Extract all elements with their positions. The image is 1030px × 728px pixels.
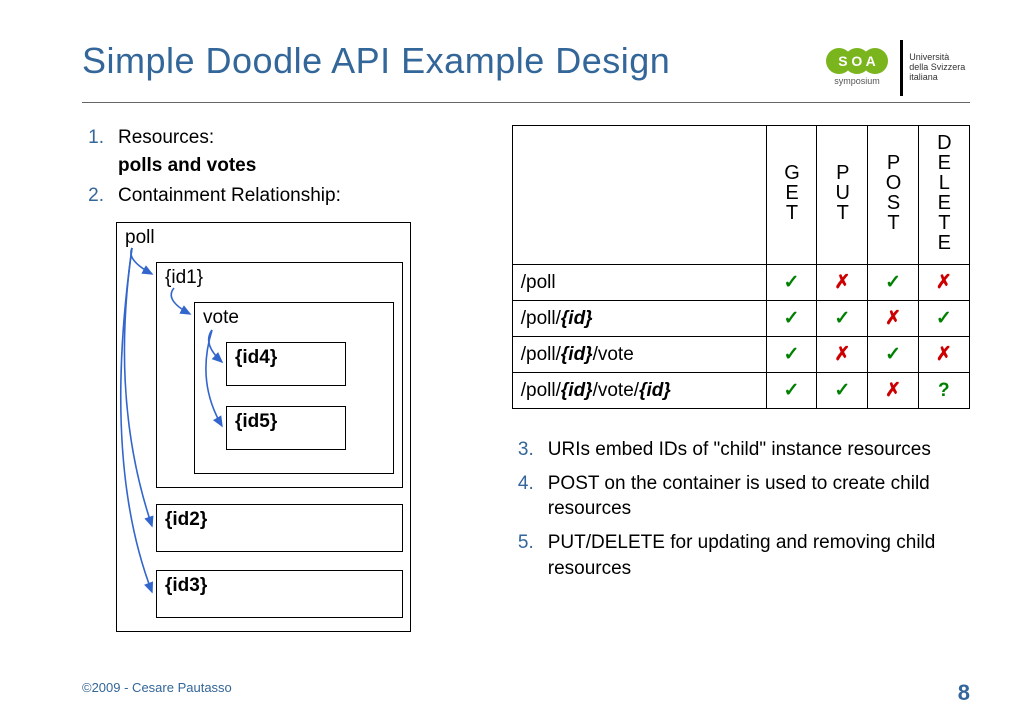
box-id4: {id4} [226, 342, 346, 386]
cell-check: ✓ [766, 301, 817, 337]
cell-cross: ✗ [817, 265, 868, 301]
page-number: 8 [958, 680, 970, 706]
cell-check: ✓ [868, 337, 919, 373]
list-number: 5. [512, 530, 548, 581]
list-number: 4. [512, 471, 548, 522]
footer: ©2009 - Cesare Pautasso 8 [82, 680, 970, 706]
cell-check: ✓ [868, 265, 919, 301]
cell-cross: ✗ [868, 373, 919, 409]
top-list: 1. Resources: [82, 125, 482, 151]
containment-diagram: poll {id1} vote {id4} {id5} {id2} {id3} [116, 222, 411, 632]
table-row: /poll ✓ ✗ ✓ ✗ [512, 265, 969, 301]
list-text: POST on the container is used to create … [548, 471, 970, 522]
slide-title: Simple Doodle API Example Design [82, 40, 822, 82]
soa-subtitle: symposium [834, 76, 880, 86]
row-label: /poll/{id}/vote/{id} [512, 373, 766, 409]
cell-check: ✓ [766, 337, 817, 373]
col-delete: DELETE [918, 126, 969, 265]
col-put: PUT [817, 126, 868, 265]
left-column: 1. Resources: polls and votes 2. Contain… [82, 125, 482, 632]
list-item: 2. Containment Relationship: [82, 183, 482, 209]
row-label: /poll [512, 265, 766, 301]
row-label: /poll/{id} [512, 301, 766, 337]
list-item: 1. Resources: [82, 125, 482, 151]
cell-check: ✓ [918, 301, 969, 337]
content: 1. Resources: polls and votes 2. Contain… [82, 125, 970, 632]
list-text: Containment Relationship: [118, 183, 341, 209]
soa-logo: S O A symposium [822, 40, 892, 90]
svg-text:S O A: S O A [838, 53, 876, 69]
list-number: 1. [82, 125, 118, 151]
box-id3: {id3} [156, 570, 403, 618]
list-item: 4. POST on the container is used to crea… [512, 471, 970, 522]
box-id2: {id2} [156, 504, 403, 552]
cell-cross: ✗ [918, 337, 969, 373]
top-list-2: 2. Containment Relationship: [82, 183, 482, 209]
box-id5: {id5} [226, 406, 346, 450]
row-label: /poll/{id}/vote [512, 337, 766, 373]
cell-check: ✓ [766, 373, 817, 409]
col-get: GET [766, 126, 817, 265]
cell-question: ? [918, 373, 969, 409]
cell-cross: ✗ [817, 337, 868, 373]
list-text: PUT/DELETE for updating and removing chi… [548, 530, 970, 581]
usi-bar-icon [900, 40, 903, 96]
cell-check: ✓ [817, 301, 868, 337]
list-number: 2. [82, 183, 118, 209]
usi-logo: Università della Svizzera italiana [900, 40, 970, 96]
copyright: ©2009 - Cesare Pautasso [82, 680, 232, 706]
table-row: /poll/{id} ✓ ✓ ✗ ✓ [512, 301, 969, 337]
list-text: Resources: [118, 125, 214, 151]
table-row: /poll/{id}/vote/{id} ✓ ✓ ✗ ? [512, 373, 969, 409]
list-item: 3. URIs embed IDs of "child" instance re… [512, 437, 970, 463]
table-corner [512, 126, 766, 265]
list-item: 5. PUT/DELETE for updating and removing … [512, 530, 970, 581]
bottom-list: 3. URIs embed IDs of "child" instance re… [512, 437, 970, 581]
header: Simple Doodle API Example Design S O A s… [82, 40, 970, 103]
list-number: 3. [512, 437, 548, 463]
table-row: /poll/{id}/vote ✓ ✗ ✓ ✗ [512, 337, 969, 373]
col-post: POST [868, 126, 919, 265]
cell-cross: ✗ [868, 301, 919, 337]
slide: Simple Doodle API Example Design S O A s… [0, 0, 1030, 728]
usi-text: Università della Svizzera italiana [909, 53, 970, 83]
right-column: GET PUT POST DELETE /poll ✓ ✗ ✓ ✗ /poll/… [512, 125, 970, 632]
cell-cross: ✗ [918, 265, 969, 301]
cell-check: ✓ [766, 265, 817, 301]
list-text: URIs embed IDs of "child" instance resou… [548, 437, 931, 463]
list-subtext: polls and votes [118, 155, 482, 177]
http-methods-table: GET PUT POST DELETE /poll ✓ ✗ ✓ ✗ /poll/… [512, 125, 970, 409]
cell-check: ✓ [817, 373, 868, 409]
